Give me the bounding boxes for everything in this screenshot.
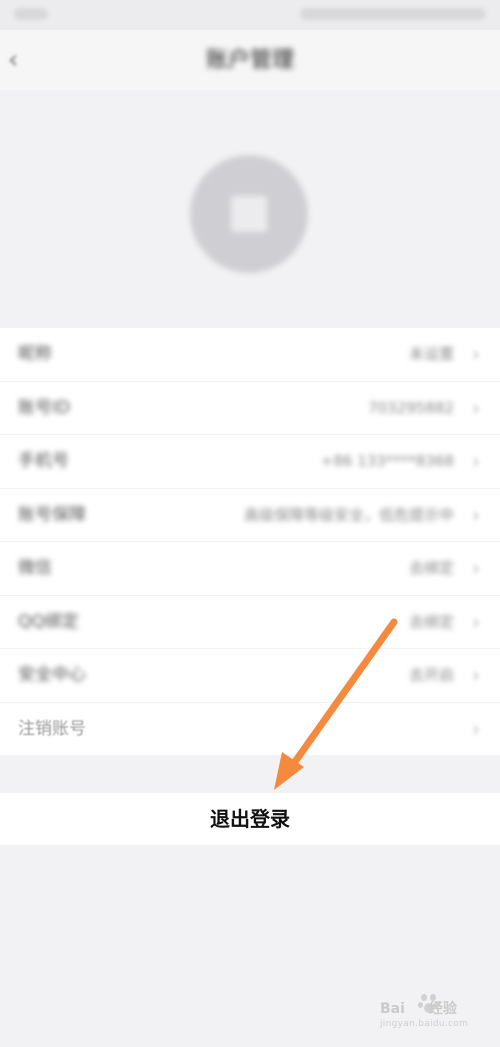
list-row-account-security[interactable]: 账号保障 高级保障等级安全，低危提示中 › xyxy=(0,489,500,542)
row-label: 微信 xyxy=(18,558,52,578)
status-bar-indicators xyxy=(300,8,486,20)
chevron-right-icon: › xyxy=(472,395,480,420)
settings-list: 昵称 未设置 › 账号ID 703295882 › 手机号 +86 133***… xyxy=(0,328,500,755)
row-label: QQ绑定 xyxy=(18,611,79,632)
watermark-brand: Bai 经验 xyxy=(380,1000,457,1018)
watermark-brand-prefix: Bai xyxy=(380,1001,405,1017)
list-row-qq[interactable]: QQ绑定 去绑定 › xyxy=(0,596,500,649)
chevron-right-icon: › xyxy=(472,556,480,580)
status-bar-time xyxy=(14,8,48,20)
list-row-wechat[interactable]: 微信 去绑定 › xyxy=(0,542,500,596)
logout-label: 退出登录 xyxy=(210,807,290,831)
list-row-security-center[interactable]: 安全中心 去开启 › xyxy=(0,649,500,703)
row-value: 未设置 xyxy=(408,345,454,363)
chevron-right-icon: › xyxy=(472,502,480,527)
row-value: 703295882 xyxy=(368,398,454,417)
list-row-phone[interactable]: 手机号 +86 133****8368 › xyxy=(0,435,500,489)
list-row-account-id[interactable]: 账号ID 703295882 › xyxy=(0,382,500,435)
row-label: 安全中心 xyxy=(18,665,86,685)
row-label: 注销账号 xyxy=(18,718,86,739)
row-value: +86 133****8368 xyxy=(320,452,454,470)
chevron-left-icon: ‹ xyxy=(8,45,19,75)
row-label: 昵称 xyxy=(18,344,52,364)
watermark: Bai 经验 jingyan.baidu.com xyxy=(380,992,495,1032)
chevron-right-icon: › xyxy=(472,609,480,634)
row-value: 去开启 xyxy=(408,666,454,684)
avatar[interactable] xyxy=(190,155,308,273)
page-title: 账户管理 xyxy=(205,48,294,73)
row-value: 高级保障等级安全，低危提示中 xyxy=(243,505,454,524)
row-label: 账号ID xyxy=(18,397,71,418)
avatar-placeholder-icon xyxy=(231,196,267,232)
chevron-right-icon: › xyxy=(472,449,480,473)
row-value: 去绑定 xyxy=(408,612,454,631)
chevron-right-icon: › xyxy=(472,716,480,741)
logout-button[interactable]: 退出登录 xyxy=(0,793,500,845)
back-button[interactable]: ‹ xyxy=(8,44,32,76)
row-value: 去绑定 xyxy=(408,559,454,577)
list-row-delete-account[interactable]: 注销账号 › xyxy=(0,703,500,756)
navigation-bar: ‹ 账户管理 xyxy=(0,30,500,90)
row-label: 账号保障 xyxy=(18,504,86,525)
status-bar xyxy=(0,0,500,30)
watermark-brand-suffix: 经验 xyxy=(428,1001,457,1017)
avatar-section xyxy=(0,90,500,328)
row-label: 手机号 xyxy=(18,451,69,471)
chevron-right-icon: › xyxy=(472,663,480,687)
chevron-right-icon: › xyxy=(472,342,480,366)
watermark-domain: jingyan.baidu.com xyxy=(380,1019,469,1029)
annotation-arrow-head xyxy=(274,752,304,790)
list-row-nickname[interactable]: 昵称 未设置 › xyxy=(0,328,500,382)
